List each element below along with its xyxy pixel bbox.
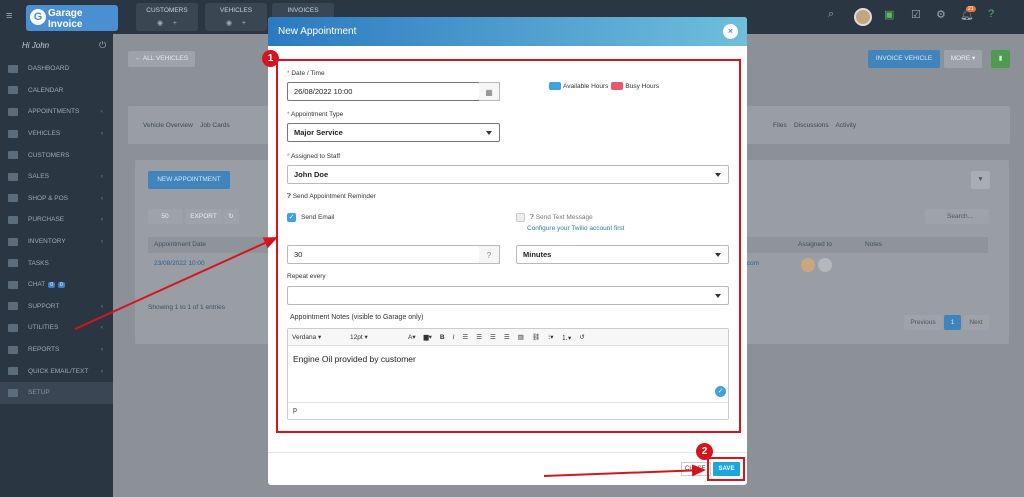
annotation-arrows	[74, 237, 706, 477]
arrow-to-save	[543, 464, 706, 477]
arrow-to-form	[74, 237, 278, 330]
